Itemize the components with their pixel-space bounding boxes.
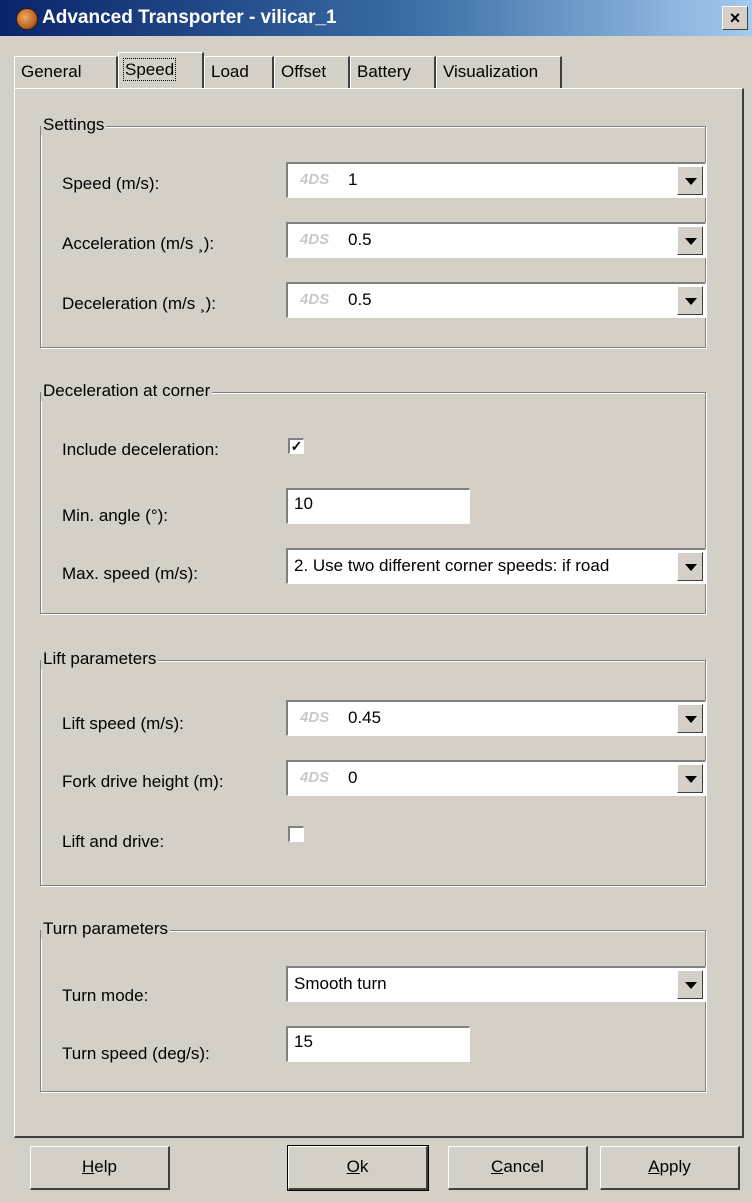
4ds-tag: 4DS — [300, 769, 330, 786]
apply-label: pply — [659, 1157, 691, 1176]
4ds-tag: 4DS — [300, 291, 330, 308]
help-button[interactable]: Help — [30, 1146, 170, 1190]
deceleration-value: 0.5 — [348, 290, 372, 309]
4ds-tag: 4DS — [300, 709, 330, 726]
apply-mnemonic: A — [648, 1157, 660, 1176]
ok-mnemonic: O — [346, 1157, 360, 1176]
chevron-down-icon[interactable] — [677, 166, 703, 195]
include-deceleration-label: Include deceleration: — [62, 440, 219, 459]
chevron-down-icon[interactable] — [677, 552, 703, 581]
speed-label: Speed (m/s): — [62, 174, 160, 193]
max-speed-value: 2. Use two different corner speeds: if r… — [294, 556, 610, 575]
cancel-label: ancel — [503, 1157, 544, 1176]
speed-combobox[interactable]: 4DS 1 — [286, 162, 706, 198]
min-angle-label: Min. angle (°): — [62, 506, 169, 525]
lift-speed-label: Lift speed (m/s): — [62, 714, 184, 733]
help-mnemonic: H — [82, 1157, 95, 1176]
4ds-tag: 4DS — [300, 231, 330, 248]
lift-and-drive-checkbox[interactable] — [288, 826, 304, 842]
4ds-tag: 4DS — [300, 171, 330, 188]
fork-height-label: Fork drive height (m): — [62, 772, 224, 791]
turn-speed-input[interactable]: 15 — [286, 1026, 470, 1062]
max-speed-label: Max. speed (m/s): — [62, 564, 199, 583]
ok-button[interactable]: Ok — [287, 1145, 429, 1191]
app-icon — [16, 8, 38, 30]
max-speed-select[interactable]: 2. Use two different corner speeds: if r… — [286, 548, 706, 584]
min-angle-input[interactable]: 10 — [286, 488, 470, 524]
tab-load[interactable]: Load — [204, 56, 274, 88]
lift-and-drive-label: Lift and drive: — [62, 832, 165, 851]
cancel-mnemonic: C — [491, 1157, 504, 1176]
settings-group-title: Settings — [41, 115, 107, 135]
tab-general[interactable]: General — [14, 56, 118, 88]
tab-offset[interactable]: Offset — [274, 56, 350, 88]
tab-battery[interactable]: Battery — [350, 56, 436, 88]
tab-speed[interactable]: Speed — [118, 52, 204, 88]
acceleration-label: Acceleration (m/s ¸): — [62, 234, 215, 253]
deceleration-label: Deceleration (m/s ¸): — [62, 294, 216, 313]
close-button[interactable]: × — [722, 6, 748, 30]
fork-height-value: 0 — [348, 768, 358, 787]
corner-group-title: Deceleration at corner — [41, 381, 213, 401]
lift-group-title: Lift parameters — [41, 649, 159, 669]
chevron-down-icon[interactable] — [677, 226, 703, 255]
help-label: elp — [94, 1157, 117, 1176]
deceleration-combobox[interactable]: 4DS 0.5 — [286, 282, 706, 318]
chevron-down-icon[interactable] — [677, 764, 703, 793]
chevron-down-icon[interactable] — [677, 704, 703, 733]
window-title: Advanced Transporter - vilicar_1 — [42, 7, 337, 28]
include-deceleration-checkbox[interactable]: ✓ — [288, 438, 304, 454]
tab-speed-label: Speed — [122, 58, 177, 81]
speed-value: 1 — [348, 170, 358, 189]
acceleration-combobox[interactable]: 4DS 0.5 — [286, 222, 706, 258]
turn-mode-label: Turn mode: — [62, 986, 149, 1005]
turn-group: Turn parameters — [40, 919, 706, 1092]
title-bar: Advanced Transporter - vilicar_1 × — [0, 0, 752, 36]
acceleration-value: 0.5 — [348, 230, 372, 249]
lift-speed-combobox[interactable]: 4DS 0.45 — [286, 700, 706, 736]
apply-button[interactable]: Apply — [600, 1146, 740, 1190]
fork-height-combobox[interactable]: 4DS 0 — [286, 760, 706, 796]
turn-speed-label: Turn speed (deg/s): — [62, 1044, 210, 1063]
turn-group-title: Turn parameters — [41, 919, 171, 939]
tab-visualization[interactable]: Visualization — [436, 56, 562, 88]
cancel-button[interactable]: Cancel — [448, 1146, 588, 1190]
chevron-down-icon[interactable] — [677, 970, 703, 999]
turn-mode-select[interactable]: Smooth turn — [286, 966, 706, 1002]
turn-mode-value: Smooth turn — [294, 974, 387, 993]
ok-label: k — [359, 1157, 369, 1176]
chevron-down-icon[interactable] — [677, 286, 703, 315]
lift-speed-value: 0.45 — [348, 708, 382, 727]
